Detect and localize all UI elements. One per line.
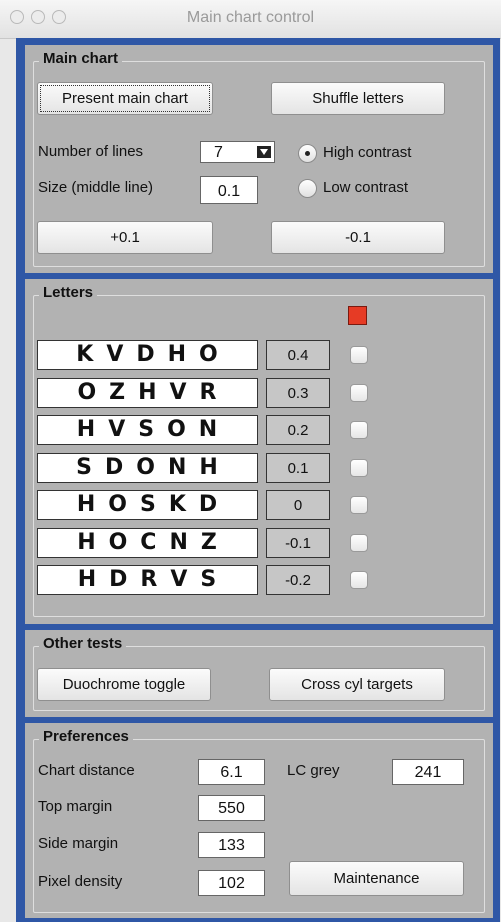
preferences-panel: Preferences Chart distance 6.1 LC grey 2… [25,723,493,918]
other-tests-legend: Other tests [39,635,127,652]
letter-row-checkbox[interactable] [350,571,368,589]
decrease-size-button[interactable]: -0.1 [271,221,445,254]
duochrome-toggle-button[interactable]: Duochrome toggle [37,668,211,701]
main-chart-legend: Main chart [39,50,123,67]
pixel-density-field[interactable]: 102 [198,870,265,896]
preferences-legend: Preferences [39,728,133,745]
maintenance-button[interactable]: Maintenance [289,861,464,896]
letter-row-checkbox[interactable] [350,496,368,514]
letter-row-text: SDONH [37,453,258,483]
letter-row-checkbox[interactable] [350,459,368,477]
present-main-chart-button[interactable]: Present main chart [37,82,213,115]
low-contrast-radio[interactable] [298,179,317,198]
other-tests-panel: Other tests Duochrome toggle Cross cyl t… [25,630,493,717]
letter-row-text: HDRVS [37,565,258,595]
chart-distance-field[interactable]: 6.1 [198,759,265,785]
letter-row-text: HVSON [37,415,258,445]
letter-row-checkbox[interactable] [350,534,368,552]
letter-row-text: HOSKD [37,490,258,520]
side-margin-field[interactable]: 133 [198,832,265,858]
contrast-indicator [348,306,367,325]
letter-row-level: -0.1 [266,528,330,558]
side-margin-label: Side margin [38,835,119,852]
number-of-lines-select[interactable]: 7 [200,141,275,163]
letter-row-level: 0 [266,490,330,520]
lc-grey-label: LC grey [287,762,340,779]
top-margin-field[interactable]: 550 [198,795,265,821]
letter-row-checkbox[interactable] [350,421,368,439]
letter-row-checkbox[interactable] [350,384,368,402]
size-middle-line-label: Size (middle line) [38,179,154,196]
cross-cyl-targets-button[interactable]: Cross cyl targets [269,668,445,701]
letter-row-text: HOCNZ [37,528,258,558]
letter-row-level: 0.1 [266,453,330,483]
letter-row-level: 0.3 [266,378,330,408]
main-chart-panel: Main chart Present main chart Shuffle le… [25,45,493,273]
number-of-lines-label: Number of lines [38,143,144,160]
letter-row-text: OZHVR [37,378,258,408]
title-bar: Main chart control [0,0,501,39]
chart-distance-label: Chart distance [38,762,135,779]
chevron-down-icon [257,146,271,158]
window-title: Main chart control [186,9,315,26]
lc-grey-field[interactable]: 241 [392,759,464,785]
number-of-lines-value: 7 [214,144,223,161]
letter-row-level: -0.2 [266,565,330,595]
low-contrast-label: Low contrast [323,179,409,196]
letter-row-level: 0.4 [266,340,330,370]
size-middle-line-field[interactable]: 0.1 [200,176,258,204]
high-contrast-radio[interactable] [298,144,317,163]
letter-row-text: KVDHO [37,340,258,370]
shuffle-letters-button[interactable]: Shuffle letters [271,82,445,115]
letters-legend: Letters [39,284,98,301]
pixel-density-label: Pixel density [38,873,123,890]
top-margin-label: Top margin [38,798,113,815]
letter-row-level: 0.2 [266,415,330,445]
letter-row-checkbox[interactable] [350,346,368,364]
increase-size-button[interactable]: +0.1 [37,221,213,254]
high-contrast-label: High contrast [323,144,412,161]
